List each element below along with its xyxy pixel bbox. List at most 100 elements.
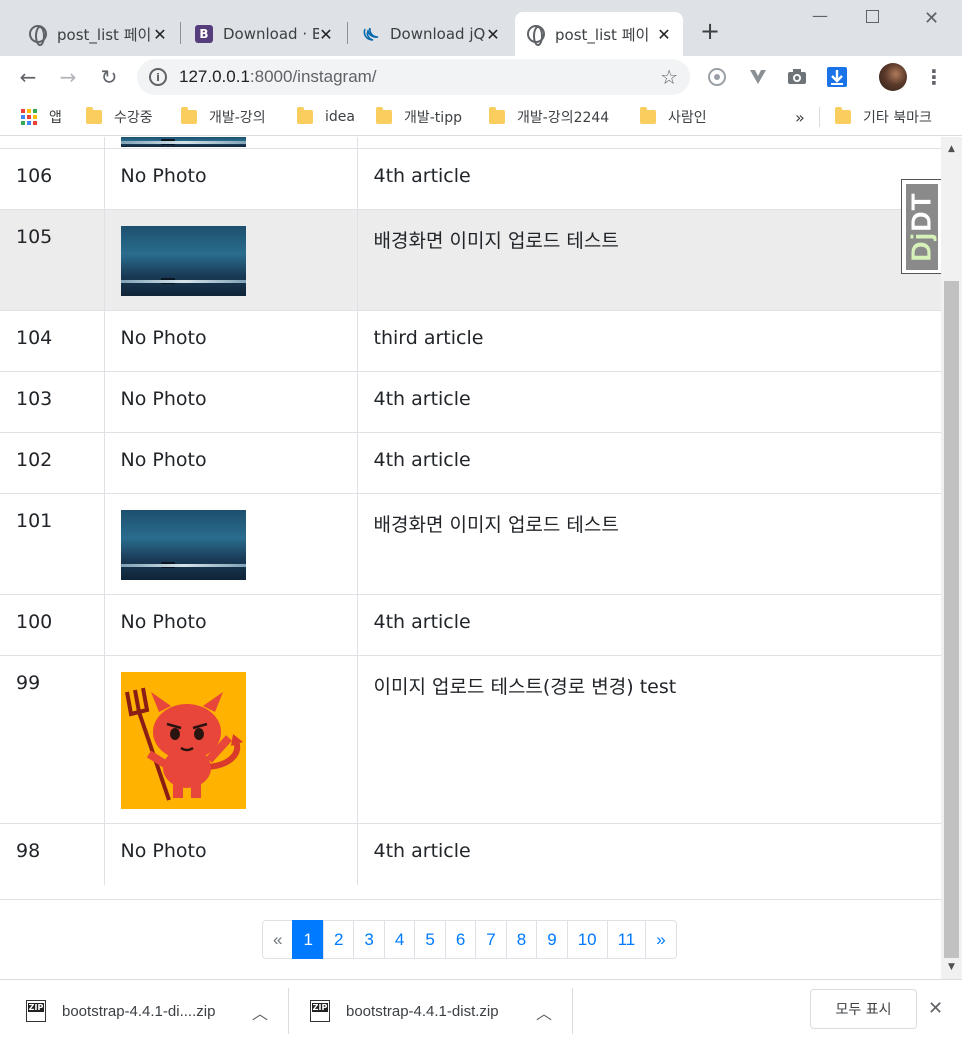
tab-strip: post_list 페이 ✕ B Download · B ✕ Download… — [0, 0, 962, 56]
page-content: 106 No Photo 4th article 105 배경화면 이미지 업로… — [0, 137, 941, 979]
djdt-toolbar-handle[interactable]: DjDT — [901, 179, 941, 274]
tab-close-icon[interactable]: ✕ — [486, 25, 500, 44]
tab-title: Download jQ — [390, 25, 486, 43]
page-prev[interactable]: « — [262, 920, 294, 959]
post-text — [357, 137, 941, 149]
post-text: third article — [357, 310, 941, 372]
lens-extension-icon[interactable] — [705, 65, 729, 89]
table-row: 103 No Photo 4th article — [0, 371, 941, 433]
tab-post-list-1[interactable]: post_list 페이 ✕ — [17, 12, 179, 56]
maximize-icon[interactable] — [866, 10, 879, 23]
tab-close-icon[interactable]: ✕ — [657, 25, 671, 44]
download-extension-icon[interactable] — [825, 65, 849, 89]
tab-close-icon[interactable]: ✕ — [153, 25, 167, 44]
back-arrow-icon[interactable]: ← — [15, 64, 41, 90]
scroll-thumb[interactable] — [944, 281, 959, 958]
post-photo-cell — [104, 209, 358, 311]
vimium-extension-icon[interactable] — [746, 65, 770, 89]
globe-icon — [29, 25, 47, 46]
bookmark-apps[interactable]: 앱 — [21, 106, 62, 128]
table-row: 98 No Photo 4th article — [0, 823, 941, 885]
folder-icon — [835, 107, 851, 124]
bookmark-folder[interactable]: idea — [297, 106, 355, 128]
url-text[interactable]: 127.0.0.1:8000/instagram/ — [179, 67, 660, 87]
post-id: 99 — [0, 655, 105, 824]
bookmark-folder[interactable]: 개발-강의 — [181, 106, 266, 128]
bookmark-star-icon[interactable]: ☆ — [660, 65, 678, 89]
scroll-up-arrow-icon[interactable]: ▲ — [941, 141, 962, 158]
zip-file-icon — [310, 1000, 330, 1022]
download-shelf: bootstrap-4.4.1-di....zip ︿ bootstrap-4.… — [0, 979, 962, 1040]
tab-close-icon[interactable]: ✕ — [319, 25, 333, 44]
page-9[interactable]: 9 — [536, 920, 568, 959]
bootstrap-icon: B — [195, 25, 213, 43]
devil-thumbnail[interactable] — [120, 672, 246, 809]
camera-extension-icon[interactable] — [785, 65, 809, 89]
close-download-shelf-icon[interactable]: ✕ — [928, 998, 943, 1019]
page-11[interactable]: 11 — [606, 920, 647, 959]
bookmark-folder[interactable]: 수강중 — [86, 106, 153, 128]
post-text: 4th article — [357, 432, 941, 494]
tab-separator — [347, 22, 348, 44]
page-2[interactable]: 2 — [322, 920, 355, 959]
page-1[interactable]: 1 — [292, 920, 324, 959]
scroll-down-arrow-icon[interactable]: ▼ — [941, 959, 962, 976]
page-8[interactable]: 8 — [505, 920, 538, 959]
bookmark-folder[interactable]: 개발-강의2244 — [489, 106, 609, 128]
post-text: 4th article — [357, 371, 941, 433]
jquery-icon — [363, 27, 379, 41]
page-4[interactable]: 4 — [383, 920, 416, 959]
overflow-label: » — [795, 107, 805, 127]
page-scrollbar[interactable]: ▲ ▼ — [941, 137, 962, 979]
page-3[interactable]: 3 — [353, 920, 385, 959]
address-bar[interactable]: i 127.0.0.1:8000/instagram/ ☆ — [137, 59, 690, 95]
bookmark-label: 개발-강의2244 — [517, 110, 610, 126]
bookmark-label: 수강중 — [114, 110, 153, 126]
post-thumbnail[interactable] — [120, 226, 246, 296]
tab-bootstrap-download[interactable]: B Download · B ✕ — [183, 12, 345, 56]
bookmark-folder[interactable]: 개발-tipp — [376, 106, 462, 128]
post-text: 배경화면 이미지 업로드 테스트 — [357, 493, 941, 595]
bookmark-label: 사람인 — [668, 110, 707, 126]
download-item[interactable]: bootstrap-4.4.1-di....zip — [26, 988, 215, 1034]
tab-jquery-download[interactable]: Download jQ ✕ — [350, 12, 512, 56]
reload-icon[interactable]: ↻ — [96, 64, 122, 90]
new-tab-button[interactable]: + — [697, 19, 723, 45]
bookmarks-overflow-button[interactable]: » — [795, 106, 805, 128]
minimize-icon[interactable]: — — [812, 6, 828, 25]
post-id: 106 — [0, 148, 105, 210]
page-5[interactable]: 5 — [414, 920, 446, 959]
window-close-icon[interactable]: ✕ — [924, 8, 939, 29]
bookmark-label: 앱 — [49, 110, 62, 126]
pagination: « 1 2 3 4 5 6 7 8 9 10 11 » — [262, 920, 677, 959]
menu-icon[interactable]: ⋮ — [924, 63, 944, 91]
post-id: 103 — [0, 371, 105, 433]
bookmark-other-folder[interactable]: 기타 북마크 — [835, 106, 932, 128]
page-10[interactable]: 10 — [566, 920, 608, 959]
post-photo-cell — [104, 137, 358, 149]
bookmark-label: 기타 북마크 — [863, 110, 932, 126]
post-id — [0, 137, 105, 149]
show-all-downloads-button[interactable]: 모두 표시 — [810, 989, 917, 1029]
globe-icon — [527, 25, 545, 46]
table-row: 105 배경화면 이미지 업로드 테스트 — [0, 209, 941, 311]
table-row: 100 No Photo 4th article — [0, 594, 941, 656]
page-7[interactable]: 7 — [475, 920, 507, 959]
page-6[interactable]: 6 — [444, 920, 477, 959]
post-id: 102 — [0, 432, 105, 494]
chevron-up-icon[interactable]: ︿ — [536, 1000, 552, 1024]
profile-avatar[interactable] — [879, 63, 907, 91]
post-photo: No Photo — [104, 432, 358, 494]
bookmark-folder[interactable]: 사람인 — [640, 106, 707, 128]
tab-post-list-active[interactable]: post_list 페이 ✕ — [515, 12, 683, 56]
info-icon[interactable]: i — [149, 68, 167, 86]
chevron-up-icon[interactable]: ︿ — [252, 1000, 268, 1024]
download-item[interactable]: bootstrap-4.4.1-dist.zip — [310, 988, 499, 1034]
page-next[interactable]: » — [645, 920, 677, 959]
post-thumbnail[interactable] — [120, 510, 246, 580]
post-text: 이미지 업로드 테스트(경로 변경) test — [357, 655, 941, 824]
post-thumbnail[interactable] — [120, 137, 246, 147]
forward-arrow-icon[interactable]: → — [55, 64, 81, 90]
table-row: 106 No Photo 4th article — [0, 148, 941, 210]
folder-icon — [489, 107, 505, 124]
